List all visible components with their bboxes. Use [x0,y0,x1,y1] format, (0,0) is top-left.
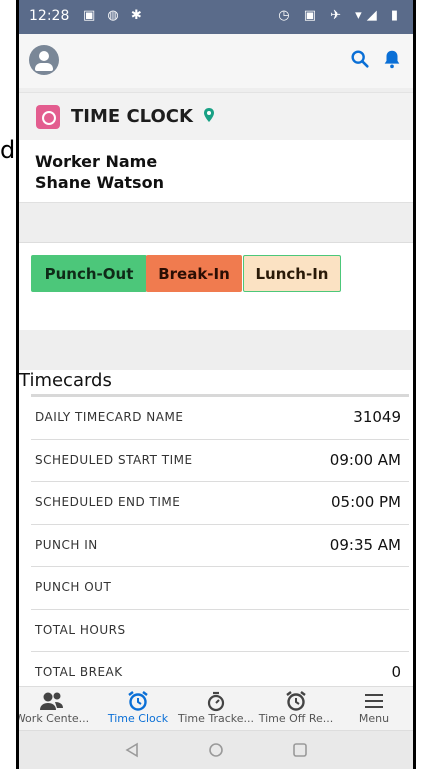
nav-item-menu[interactable]: Menu [335,690,413,725]
nav-item-time-tracker[interactable]: Time Tracke... [177,690,255,725]
home-icon[interactable] [207,741,225,759]
timecards-list: DAILY TIMECARD NAME 31049 SCHEDULED STAR… [31,394,409,694]
nav-label: Time Tracke... [177,712,255,725]
nav-item-time-off-request[interactable]: Time Off Re... [257,690,335,725]
phone-screen: 12:28 ▣ ◍ ✱ ◷ ▣ ✈ ▾◢ ▮ TIME CLOCK Worker… [16,0,416,769]
row-value: 05:00 PM [331,493,401,511]
worker-name-value: Shane Watson [35,173,164,192]
timecards-heading: Timecards [19,370,112,391]
row-label: TOTAL BREAK [35,665,123,679]
row-value: 09:35 AM [329,535,401,554]
spacer [19,203,413,242]
system-status-icons: ◷ ▣ ✈ ▾◢ ▮ [278,8,403,23]
row-value: 31049 [353,408,401,426]
time-clock-header: TIME CLOCK [19,92,413,142]
recents-icon[interactable] [291,741,309,759]
nav-item-time-clock[interactable]: Time Clock [99,690,177,725]
nav-label: Time Off Re... [258,712,334,725]
row-value: 09:00 AM [329,450,401,469]
notification-icons: ▣ ◍ ✱ [83,8,146,23]
back-icon[interactable] [123,741,141,759]
status-bar: 12:28 ▣ ◍ ✱ ◷ ▣ ✈ ▾◢ ▮ [19,0,413,34]
timecard-row: SCHEDULED END TIME 05:00 PM [31,481,409,524]
row-value: 0 [391,663,401,681]
clock-icon [36,105,60,129]
timecard-row: DAILY TIMECARD NAME 31049 [31,394,409,439]
stopwatch-icon [207,691,225,712]
bell-icon[interactable] [381,48,403,70]
hamburger-icon [365,694,383,708]
timecard-row: SCHEDULED START TIME 09:00 AM [31,438,409,482]
location-pin-icon [204,108,214,122]
nav-label: Menu [358,712,390,725]
worker-name-label: Worker Name [35,152,158,171]
worker-card: Worker Name Shane Watson [19,140,413,203]
nav-label: Work Cente... [16,712,90,725]
timecard-row: TOTAL HOURS [31,608,409,652]
lunch-in-button[interactable]: Lunch-In [243,255,341,292]
nav-item-work-center[interactable]: Work Cente... [16,690,91,725]
people-icon [40,692,63,710]
punch-buttons: Punch-Out Break-In Lunch-In [19,242,413,331]
row-label: SCHEDULED END TIME [35,495,181,509]
avatar-icon[interactable] [29,45,59,75]
row-label: PUNCH IN [35,537,98,552]
punch-out-button[interactable]: Punch-Out [31,255,147,292]
row-label: DAILY TIMECARD NAME [35,410,184,424]
background-text-fragment-left: d [0,136,16,164]
row-label: PUNCH OUT [35,580,112,594]
app-bar [19,34,413,89]
alarm-clock-icon [286,691,306,711]
search-icon[interactable] [349,48,371,70]
timecard-row: PUNCH OUT [31,566,409,609]
row-label: TOTAL HOURS [35,622,126,637]
spacer [19,330,413,370]
bottom-nav: Work Cente... Time Clock Time Tracke... [19,686,413,731]
page-title: TIME CLOCK [71,106,193,127]
status-time: 12:28 [29,8,70,24]
alarm-clock-icon [128,691,148,711]
nav-label: Time Clock [107,712,169,725]
system-nav-bar [19,730,413,769]
timecard-row: PUNCH IN 09:35 AM [31,523,409,567]
row-label: SCHEDULED START TIME [35,452,193,467]
break-in-button[interactable]: Break-In [146,255,242,292]
